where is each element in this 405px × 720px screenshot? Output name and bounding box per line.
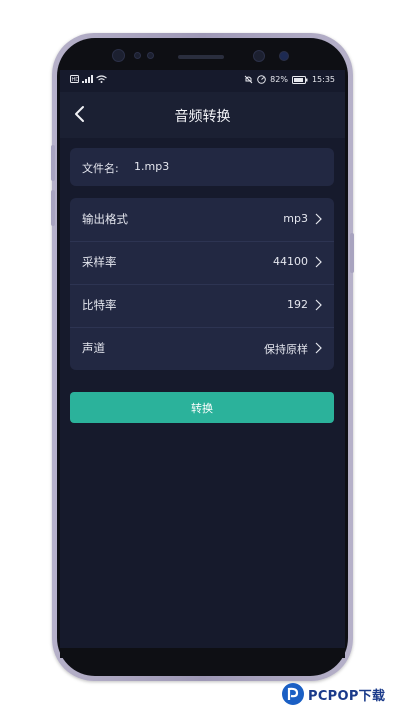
app-screen: HD 82% 15:35 音频转换 文件名: 1.mp3 输出格式 mp3 采样… bbox=[60, 70, 345, 648]
battery-icon bbox=[291, 75, 308, 84]
chevron-right-icon bbox=[315, 342, 322, 354]
watermark: PCPOP下载 bbox=[282, 683, 385, 705]
svg-text:HD: HD bbox=[72, 77, 80, 83]
front-camera bbox=[112, 49, 125, 62]
iris-scanner bbox=[253, 50, 265, 62]
sensor-dot bbox=[147, 52, 154, 59]
nav-bar: 音频转换 bbox=[60, 92, 345, 138]
hd-icon: HD bbox=[70, 75, 79, 83]
option-label: 输出格式 bbox=[82, 212, 128, 226]
option-row-bitrate[interactable]: 比特率 192 bbox=[70, 284, 334, 327]
page-title: 音频转换 bbox=[174, 109, 231, 125]
volume-button bbox=[51, 145, 55, 181]
earpiece-speaker bbox=[178, 55, 224, 59]
file-name-card: 文件名: 1.mp3 bbox=[70, 148, 334, 186]
wifi-icon bbox=[96, 75, 107, 83]
option-value: 保持原样 bbox=[264, 343, 308, 356]
status-bar: HD 82% 15:35 bbox=[60, 70, 345, 92]
chevron-right-icon bbox=[315, 256, 322, 268]
convert-button[interactable]: 转换 bbox=[70, 392, 334, 423]
mute-icon bbox=[244, 75, 253, 84]
chevron-right-icon bbox=[315, 299, 322, 311]
option-value: mp3 bbox=[283, 212, 308, 225]
option-label: 比特率 bbox=[82, 298, 117, 312]
option-value: 44100 bbox=[273, 255, 308, 268]
watermark-text: PCPOP下载 bbox=[308, 688, 386, 704]
signal-icon bbox=[82, 75, 93, 83]
option-row-channel[interactable]: 声道 保持原样 bbox=[70, 327, 334, 370]
power-button bbox=[350, 233, 354, 273]
option-value: 192 bbox=[287, 298, 308, 311]
sensor-dot bbox=[134, 52, 141, 59]
file-name-label: 文件名: bbox=[82, 162, 119, 175]
option-label: 声道 bbox=[82, 341, 105, 355]
file-name-value: 1.mp3 bbox=[134, 160, 170, 173]
volume-button-lower bbox=[51, 190, 55, 226]
battery-percent: 82% bbox=[270, 75, 288, 84]
option-row-sample-rate[interactable]: 采样率 44100 bbox=[70, 241, 334, 284]
options-card: 输出格式 mp3 采样率 44100 比特率 192 声道 保持原样 bbox=[70, 198, 334, 370]
option-label: 采样率 bbox=[82, 255, 117, 269]
status-time: 15:35 bbox=[311, 75, 335, 84]
pcpop-logo-icon bbox=[282, 683, 304, 705]
chevron-right-icon bbox=[315, 213, 322, 225]
bottom-bezel bbox=[60, 648, 345, 658]
speed-icon bbox=[257, 75, 266, 84]
front-camera-secondary bbox=[279, 51, 289, 61]
option-row-output-format[interactable]: 输出格式 mp3 bbox=[70, 198, 334, 241]
